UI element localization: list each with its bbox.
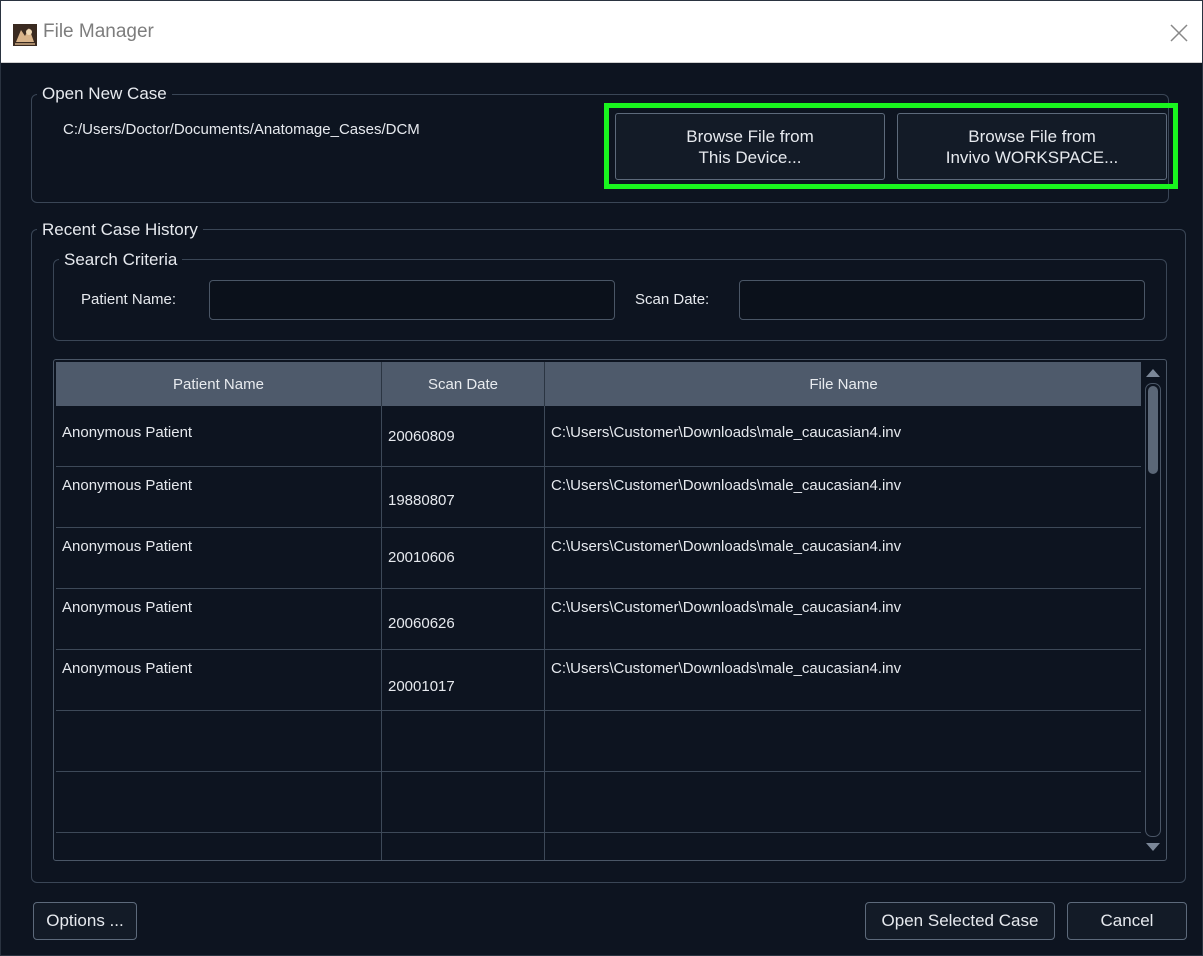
scroll-up-arrow-icon[interactable]: [1146, 369, 1160, 377]
recent-case-history-title: Recent Case History: [37, 220, 203, 240]
cell-scan-date-text: 20001017: [388, 678, 455, 695]
cell-scan-date-text: 20010606: [388, 549, 455, 566]
cell-file-name: [545, 711, 1142, 771]
column-header-file-name-label: File Name: [809, 375, 878, 393]
column-header-file-name[interactable]: File Name: [545, 362, 1142, 406]
case-path: C:/Users/Doctor/Documents/Anatomage_Case…: [63, 121, 420, 138]
cell-file-name: C:\Users\Customer\Downloads\male_caucasi…: [545, 650, 1142, 710]
cell-file-name: C:\Users\Customer\Downloads\male_caucasi…: [545, 589, 1142, 649]
column-header-patient-name[interactable]: Patient Name: [56, 362, 382, 406]
table-row[interactable]: [56, 833, 1142, 860]
cell-scan-date-text: 20060626: [388, 615, 455, 632]
cell-scan-date-text: 19880807: [388, 492, 455, 509]
title-bar: File Manager: [1, 1, 1202, 63]
browse-workspace-label-1: Browse File from: [968, 126, 1096, 146]
table-row[interactable]: Anonymous Patient 20060809 C:\Users\Custom…: [56, 406, 1142, 467]
window-title: File Manager: [43, 21, 154, 42]
browse-device-button[interactable]: Browse File from This Device...: [615, 113, 885, 180]
scroll-thumb[interactable]: [1148, 386, 1158, 474]
cell-patient-name: [56, 772, 382, 832]
cell-patient-name: Anonymous Patient: [56, 650, 382, 710]
table-scrollbar[interactable]: [1141, 361, 1165, 859]
cell-patient-name: Anonymous Patient: [56, 528, 382, 588]
cell-file-name: [545, 772, 1142, 832]
cell-patient-name: Anonymous Patient: [56, 589, 382, 649]
cell-scan-date: 20060809: [382, 406, 545, 466]
cell-patient-name: Anonymous Patient: [56, 406, 382, 466]
options-button-label: Options ...: [46, 911, 124, 930]
cell-file-name-text: C:\Users\Customer\Downloads\male_caucasi…: [551, 477, 902, 494]
browse-workspace-button[interactable]: Browse File from Invivo WORKSPACE...: [897, 113, 1167, 180]
cell-file-name-text: C:\Users\Customer\Downloads\male_caucasi…: [551, 599, 902, 616]
browse-workspace-label-2: Invivo WORKSPACE...: [945, 147, 1119, 167]
cell-patient-name-text: Anonymous Patient: [62, 424, 193, 441]
cell-patient-name-text: Anonymous Patient: [62, 660, 193, 677]
cell-patient-name: [56, 711, 382, 771]
browse-device-label-1: Browse File from: [686, 126, 814, 146]
anatomage-app-icon: [13, 24, 37, 46]
cell-file-name: C:\Users\Customer\Downloads\male_caucasi…: [545, 467, 1142, 527]
cell-scan-date-text: 20060809: [388, 428, 455, 445]
table-row[interactable]: [56, 772, 1142, 833]
cell-file-name-text: C:\Users\Customer\Downloads\male_caucasi…: [551, 538, 902, 555]
file-manager-window: File Manager Open New Case C:/Users/Doct…: [0, 0, 1203, 956]
cell-scan-date: 19880807: [382, 467, 545, 527]
cell-scan-date: [382, 711, 545, 771]
scroll-track[interactable]: [1145, 383, 1161, 837]
scroll-down-arrow-icon[interactable]: [1146, 843, 1160, 851]
cancel-button-label: Cancel: [1100, 911, 1154, 930]
column-header-scan-date[interactable]: Scan Date: [382, 362, 545, 406]
cell-file-name: [545, 833, 1142, 860]
column-header-scan-date-label: Scan Date: [427, 375, 499, 393]
cell-scan-date: 20010606: [382, 528, 545, 588]
column-header-patient-name-label: Patient Name: [173, 375, 264, 393]
cell-scan-date: 20060626: [382, 589, 545, 649]
cell-patient-name: [56, 833, 382, 860]
open-new-case-title: Open New Case: [37, 84, 172, 104]
browse-device-label-2: This Device...: [698, 147, 802, 167]
table-row[interactable]: Anonymous Patient 20001017 C:\Users\Custom…: [56, 650, 1142, 711]
cell-patient-name-text: Anonymous Patient: [62, 477, 193, 494]
options-button[interactable]: Options ...: [33, 902, 137, 940]
cell-patient-name-text: Anonymous Patient: [62, 538, 193, 555]
table-row[interactable]: Anonymous Patient 20060626 C:\Users\Custom…: [56, 589, 1142, 650]
cell-file-name: C:\Users\Customer\Downloads\male_caucasi…: [545, 406, 1142, 466]
close-icon[interactable]: [1161, 15, 1197, 51]
cell-file-name-text: C:\Users\Customer\Downloads\male_caucasi…: [551, 660, 902, 677]
cell-file-name: C:\Users\Customer\Downloads\male_caucasi…: [545, 528, 1142, 588]
table-row[interactable]: Anonymous Patient 19880807 C:\Users\Custom…: [56, 467, 1142, 528]
open-selected-case-button[interactable]: Open Selected Case: [865, 902, 1055, 940]
cell-scan-date: [382, 833, 545, 860]
case-history-table[interactable]: Patient Name Scan Date File Name Anonymo…: [53, 359, 1167, 861]
table-header: Patient Name Scan Date File Name: [56, 362, 1142, 406]
scan-date-label: Scan Date:: [635, 291, 710, 308]
patient-name-input[interactable]: [209, 280, 615, 320]
cell-patient-name-text: Anonymous Patient: [62, 599, 193, 616]
cancel-button[interactable]: Cancel: [1067, 902, 1187, 940]
scan-date-input[interactable]: [739, 280, 1145, 320]
table-row[interactable]: Anonymous Patient 20010606 C:\Users\Custom…: [56, 528, 1142, 589]
cell-scan-date: 20001017: [382, 650, 545, 710]
cell-scan-date: [382, 772, 545, 832]
cell-patient-name: Anonymous Patient: [56, 467, 382, 527]
search-criteria-title: Search Criteria: [59, 250, 183, 270]
open-selected-case-label: Open Selected Case: [881, 911, 1039, 930]
table-row[interactable]: [56, 711, 1142, 772]
patient-name-label: Patient Name:: [81, 291, 177, 308]
cell-file-name-text: C:\Users\Customer\Downloads\male_caucasi…: [551, 424, 902, 441]
